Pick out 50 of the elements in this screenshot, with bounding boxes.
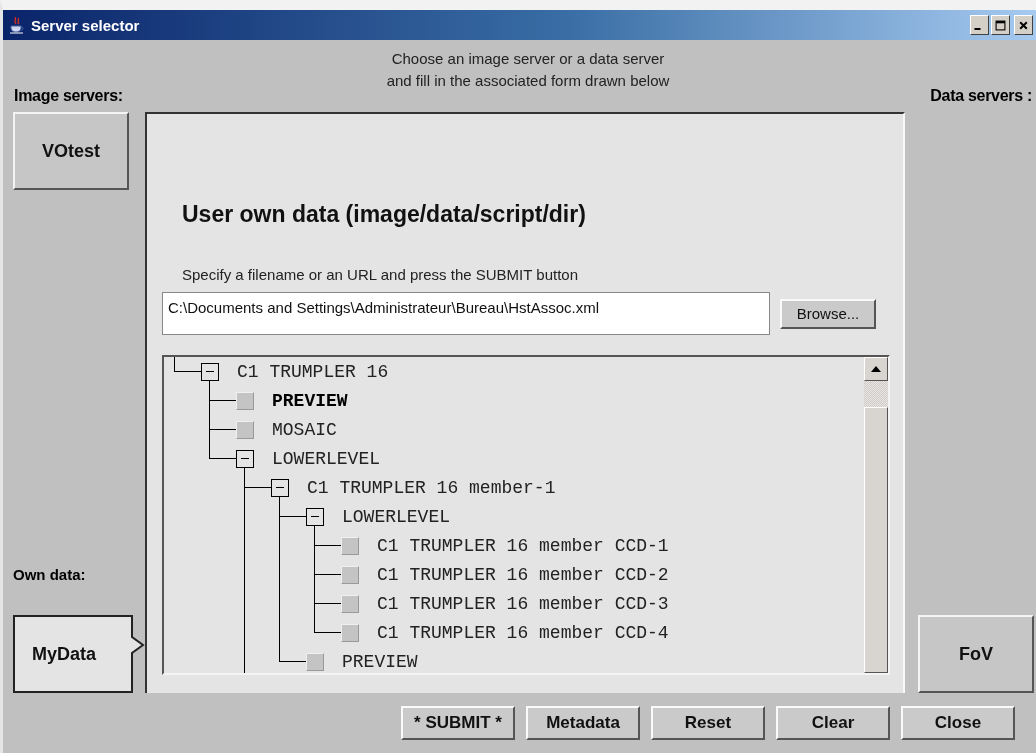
action-button[interactable]: * SUBMIT * [401,706,515,740]
tree-item[interactable]: LOWERLEVEL [342,506,451,527]
server-tab[interactable]: MyData [13,615,145,693]
collapse-toggle[interactable] [306,507,324,526]
collapse-toggle[interactable] [201,362,219,381]
instruction-text: Choose an image server or a data server [391,49,665,69]
action-button[interactable]: Close [901,706,1015,740]
form-title: User own data (image/data/script/dir) [182,200,587,228]
action-button[interactable]: Metadata [526,706,640,740]
scroll-up-button[interactable] [864,357,888,381]
minimize-icon [974,27,981,30]
server-tab[interactable]: FoV [918,615,1034,693]
tree-item[interactable]: LOWERLEVEL [272,448,381,469]
server-tab[interactable]: VOtest [13,112,129,190]
collapse-toggle[interactable] [271,478,289,497]
node-icon [236,420,254,439]
maximize-icon [995,19,1006,31]
tree-item[interactable]: C1 TRUMPLER 16 member CCD-3 [377,593,669,614]
section-label: Image servers: [14,87,123,105]
section-label: Own data: [13,566,87,583]
tree-item[interactable]: C1 TRUMPLER 16 member-1 [307,477,556,498]
node-icon [306,652,324,671]
tree-item[interactable]: C1 TRUMPLER 16 member CCD-1 [377,535,669,556]
window-title: Server selector [31,16,140,34]
close-icon [1018,19,1029,31]
collapse-toggle[interactable] [236,449,254,468]
scrollbar[interactable] [864,357,888,673]
instruction-text: Specify a filename or an URL and press the SUBMIT button [182,266,580,284]
node-icon [341,536,359,555]
action-button[interactable]: Clear [776,706,890,740]
node-icon [341,565,359,584]
tree-item[interactable]: PREVIEW [272,390,348,411]
node-icon [341,623,359,642]
tree-item[interactable]: MOSAIC [272,419,337,440]
minimize-button[interactable] [970,15,989,35]
node-icon [236,391,254,410]
action-button[interactable]: Reset [651,706,765,740]
tree-item[interactable]: PREVIEW [342,651,418,672]
tree-item[interactable]: C1 TRUMPLER 16 member CCD-4 [377,622,669,643]
scrollbar-thumb[interactable] [864,407,888,673]
tree-item[interactable]: C1 TRUMPLER 16 [237,361,389,382]
instruction-text: and fill in the associated form drawn below [386,71,670,91]
close-button[interactable] [1014,15,1033,35]
browse-button[interactable]: Browse... [780,298,876,329]
maximize-button[interactable] [991,15,1010,35]
section-label: Data servers : [930,87,1032,105]
file-path-field[interactable]: C:\Documents and Settings\Administrateur\Bureau\HstAssoc.xml [162,292,770,335]
cup-icon [9,16,25,34]
node-icon [341,594,359,613]
tree-item[interactable]: C1 TRUMPLER 16 member CCD-2 [377,564,669,585]
